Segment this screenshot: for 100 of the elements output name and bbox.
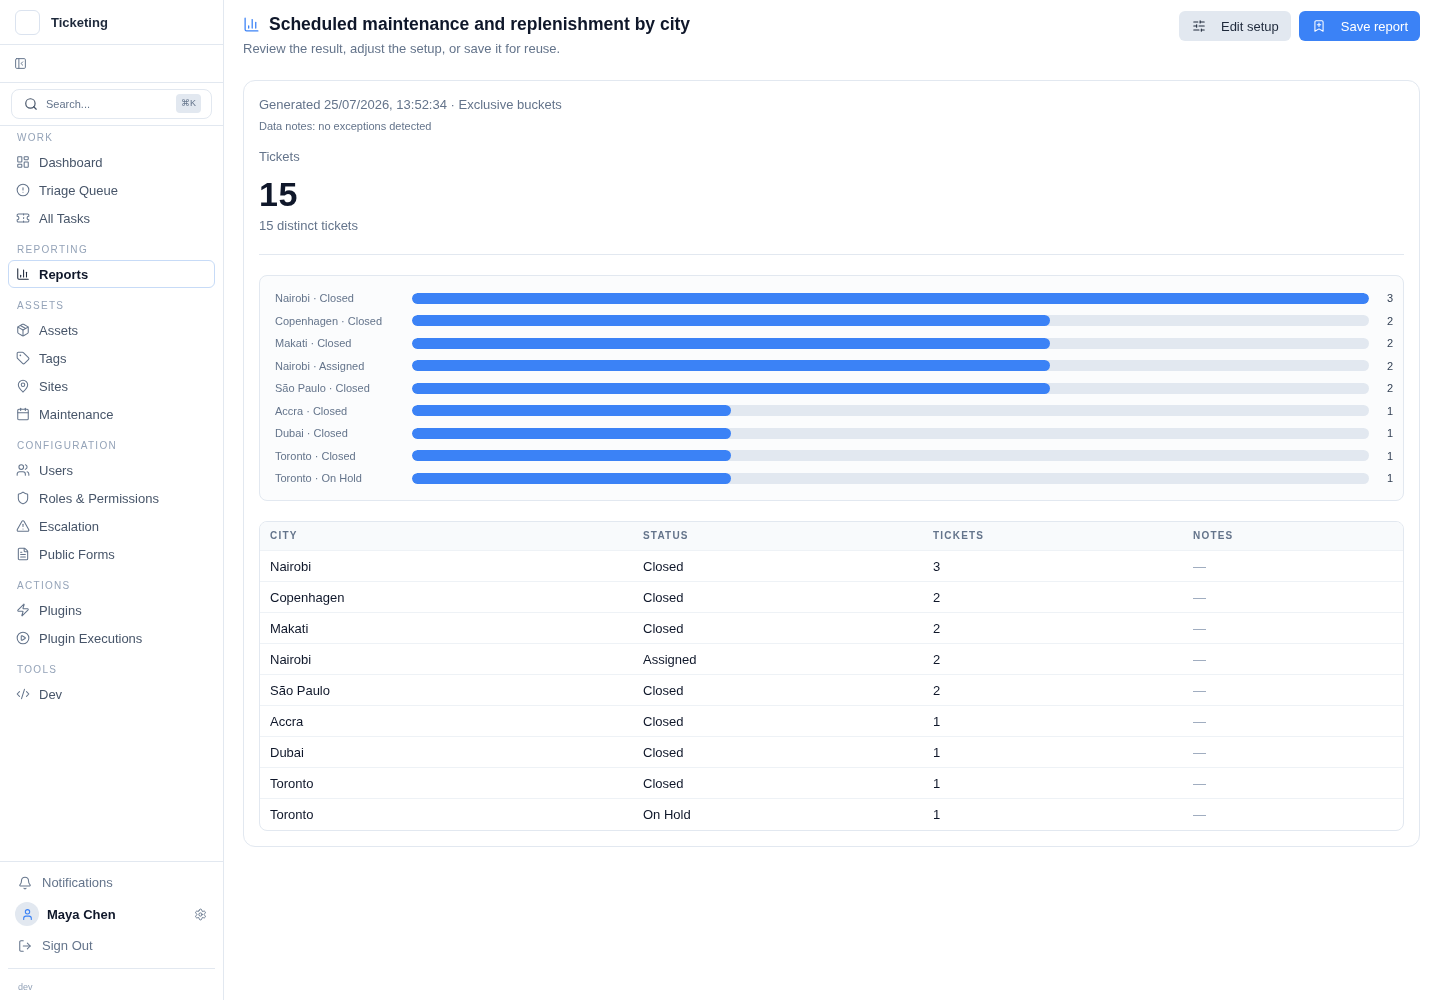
table-cell: 2 [923, 674, 1183, 706]
table-cell: Toronto [260, 798, 633, 830]
sliders-icon [1191, 19, 1206, 33]
section-label: TOOLS [16, 663, 59, 677]
save-report-button[interactable]: Save report [1298, 11, 1420, 41]
bookmark-plus-icon [1311, 19, 1326, 33]
warning-triangle-icon [16, 519, 30, 533]
nav-item[interactable]: Assets [8, 316, 215, 344]
nav-item[interactable]: Reports [8, 260, 215, 288]
alert-circle-icon [16, 183, 30, 197]
tag-icon [16, 351, 30, 365]
table-cell: Closed [633, 705, 923, 737]
shortcut-key: ⌘K [176, 94, 201, 113]
bar-value: 2 [1385, 314, 1393, 327]
table-cell: — [1183, 612, 1403, 644]
table-cell: Closed [633, 612, 923, 644]
nav-item[interactable]: Public Forms [8, 540, 215, 568]
nav-item[interactable]: Roles & Permissions [8, 484, 215, 512]
table-cell: 1 [923, 767, 1183, 799]
nav-item[interactable]: Dev [8, 680, 215, 708]
bar-chart-icon [243, 15, 260, 33]
table-cell: Copenhagen [260, 581, 633, 613]
section-label: WORK [16, 131, 55, 145]
nav-item[interactable]: Maintenance [8, 400, 215, 428]
bar-label: Toronto · Closed [275, 449, 357, 462]
box-icon [16, 323, 30, 337]
nav-item[interactable]: Users [8, 456, 215, 484]
column-header: TICKETS [923, 521, 1183, 551]
table-cell: — [1183, 736, 1403, 768]
table-cell: Closed [633, 767, 923, 799]
bar-value: 1 [1385, 472, 1393, 485]
table-cell: 1 [923, 705, 1183, 737]
table-cell: — [1183, 550, 1403, 582]
section-label: CONFIGURATION [16, 439, 119, 453]
bar-value: 1 [1385, 427, 1393, 440]
logo-icon [15, 9, 40, 35]
nav-item[interactable]: Dashboard [8, 148, 215, 176]
metric-caption: 15 distinct tickets [259, 217, 359, 235]
shield-icon [16, 491, 30, 505]
sign-out-link[interactable]: Sign Out [8, 931, 215, 960]
sign-out-icon [18, 938, 32, 953]
data-notes: Data notes: no exceptions detected [259, 119, 433, 133]
table-cell: Closed [633, 674, 923, 706]
brand-name: Ticketing [51, 14, 108, 30]
notifications-link[interactable]: Notifications [8, 868, 215, 897]
table-cell: Nairobi [260, 550, 633, 582]
bar-value: 1 [1385, 449, 1393, 462]
bar-label: Dubai · Closed [275, 427, 349, 440]
table-cell: — [1183, 581, 1403, 613]
bar-label: Toronto · On Hold [275, 472, 363, 485]
calendar-icon [16, 407, 30, 421]
document-icon [16, 547, 30, 561]
table-cell: 2 [923, 612, 1183, 644]
ticket-icon [16, 211, 30, 225]
table-cell: 1 [923, 798, 1183, 830]
nav-item[interactable]: Triage Queue [8, 176, 215, 204]
column-header: NOTES [1183, 521, 1403, 551]
nav-item[interactable]: Tags [8, 344, 215, 372]
section-label: ASSETS [16, 299, 66, 313]
table-cell: Closed [633, 550, 923, 582]
bar-label: Nairobi · Assigned [275, 359, 366, 372]
table-cell: Accra [260, 705, 633, 737]
bar-value: 2 [1385, 337, 1393, 350]
avatar-icon [15, 902, 39, 926]
table-cell: Makati [260, 612, 633, 644]
table-cell: 2 [923, 581, 1183, 613]
table-cell: 3 [923, 550, 1183, 582]
table-cell: — [1183, 643, 1403, 675]
bar-chart-icon [16, 267, 30, 281]
page-subtitle: Review the result, adjust the setup, or save it for reuse. [243, 40, 562, 58]
edit-setup-button[interactable]: Edit setup [1178, 11, 1291, 41]
bar-value: 1 [1385, 404, 1393, 417]
metric-label: Tickets [259, 148, 301, 166]
section-label: ACTIONS [16, 579, 72, 593]
nav-item[interactable]: Plugins [8, 596, 215, 624]
nav-item[interactable]: Plugin Executions [8, 624, 215, 652]
collapse-sidebar-icon[interactable] [14, 57, 27, 70]
table-cell: São Paulo [260, 674, 633, 706]
nav-item[interactable]: Sites [8, 372, 215, 400]
column-header: STATUS [633, 521, 923, 551]
table-cell: Closed [633, 581, 923, 613]
bell-icon [18, 875, 32, 890]
nav-item[interactable]: Escalation [8, 512, 215, 540]
column-header: CITY [260, 521, 633, 551]
map-pin-icon [16, 379, 30, 393]
bar-label: Nairobi · Closed [275, 292, 355, 305]
bar-label: Copenhagen · Closed [275, 314, 384, 327]
table-cell: Dubai [260, 736, 633, 768]
settings-icon[interactable] [194, 907, 207, 921]
table-cell: — [1183, 767, 1403, 799]
section-label: REPORTING [16, 243, 89, 257]
table-cell: Assigned [633, 643, 923, 675]
code-icon [16, 687, 30, 701]
table-cell: Closed [633, 736, 923, 768]
table-cell: — [1183, 798, 1403, 830]
nav-item[interactable]: All Tasks [8, 204, 215, 232]
bar-label: São Paulo · Closed [275, 382, 371, 395]
user-name: Maya Chen [47, 906, 117, 922]
bar-label: Makati · Closed [275, 337, 353, 350]
table-cell: On Hold [633, 798, 923, 830]
